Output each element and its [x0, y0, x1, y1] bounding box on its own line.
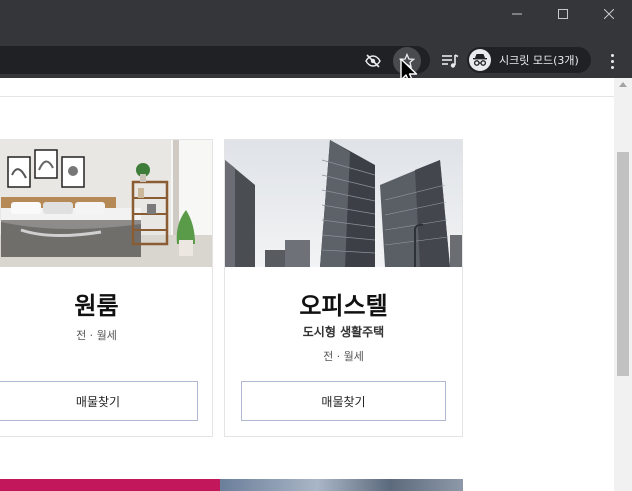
- bedroom-photo: [0, 140, 212, 267]
- incognito-label: 시크릿 모드(3개): [499, 54, 579, 67]
- scroll-up-icon[interactable]: [619, 82, 627, 87]
- office-building-photo: [225, 140, 462, 267]
- find-listings-button[interactable]: 매물찾기: [0, 381, 198, 421]
- address-bar[interactable]: [0, 46, 430, 75]
- card-meta: 전 · 월세: [76, 329, 117, 342]
- browser-titlebar: [0, 0, 632, 42]
- property-card-oneroom: 원룸 전 · 월세 매물찾기: [0, 139, 213, 437]
- property-card-officetel: 오피스텔 도시형 생활주택 전 · 월세 매물찾기: [224, 139, 463, 437]
- card-title: 오피스텔: [299, 292, 388, 320]
- maximize-icon[interactable]: [540, 0, 586, 28]
- more-vert-icon[interactable]: [604, 51, 620, 71]
- incognito-icon: [469, 49, 491, 71]
- card-subtitle: 도시형 생활주택: [302, 325, 385, 339]
- eye-off-icon[interactable]: [364, 52, 382, 70]
- find-listings-button[interactable]: 매물찾기: [241, 381, 446, 421]
- playlist-icon[interactable]: [441, 52, 459, 70]
- next-section-photo: [220, 479, 463, 491]
- card-meta: 전 · 월세: [323, 350, 364, 363]
- close-icon[interactable]: [586, 0, 632, 28]
- next-section-banner: [0, 479, 220, 491]
- browser-toolbar: 시크릿 모드(3개): [0, 42, 632, 78]
- incognito-profile-button[interactable]: 시크릿 모드(3개): [467, 47, 591, 73]
- scrollbar-thumb[interactable]: [617, 152, 629, 376]
- page-viewport: 원룸 전 · 월세 매물찾기 오피스텔 도시형 생활주택 전 · 월세 매물찾기: [0, 78, 632, 491]
- vertical-scrollbar[interactable]: [614, 78, 632, 491]
- minimize-icon[interactable]: [494, 0, 540, 28]
- header-divider: [0, 96, 614, 97]
- card-title: 원룸: [74, 292, 119, 320]
